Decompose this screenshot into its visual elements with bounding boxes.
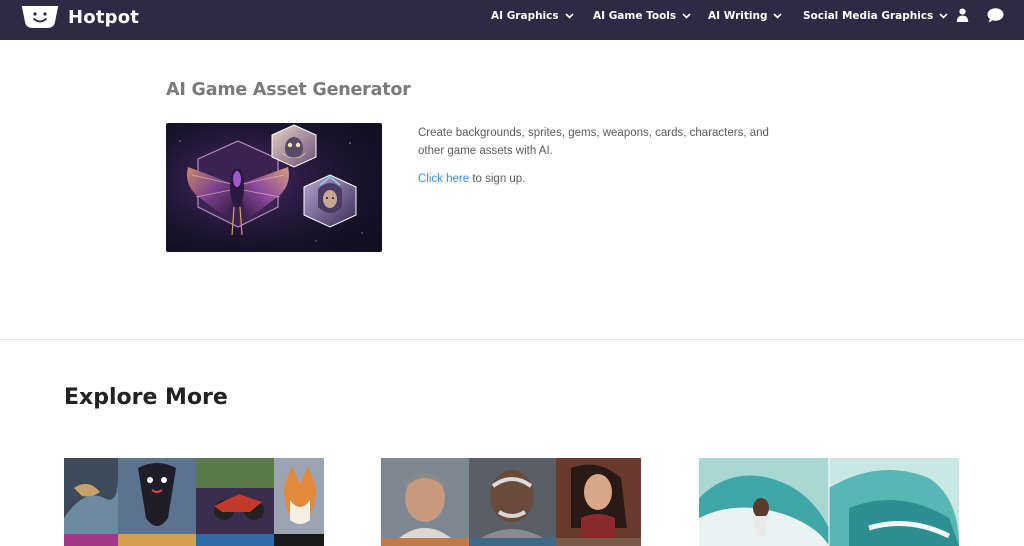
nav-label: AI Game Tools bbox=[593, 10, 677, 22]
chevron-down-icon bbox=[939, 13, 948, 19]
nav-ai-graphics[interactable]: AI Graphics bbox=[491, 9, 574, 23]
surfing-collage-image bbox=[699, 458, 959, 546]
explore-card-surfing[interactable] bbox=[699, 458, 959, 546]
top-navbar: Hotpot AI Graphics AI Game Tools AI Writ… bbox=[0, 0, 1024, 40]
user-icon[interactable] bbox=[956, 8, 969, 22]
explore-card-game-art[interactable] bbox=[64, 458, 324, 546]
explore-card-portraits[interactable] bbox=[381, 458, 641, 546]
hero-game-asset-image bbox=[166, 123, 382, 252]
portraits-collage-image bbox=[381, 458, 641, 546]
signup-link[interactable]: Click here bbox=[418, 173, 469, 185]
section-divider bbox=[0, 339, 1024, 340]
nav-label: AI Graphics bbox=[491, 10, 559, 22]
nav-label: AI Writing bbox=[708, 10, 768, 22]
explore-more-heading: Explore More bbox=[64, 385, 228, 410]
hero-description: Create backgrounds, sprites, gems, weapo… bbox=[418, 127, 769, 157]
nav-ai-writing[interactable]: AI Writing bbox=[708, 9, 783, 23]
nav-label: Social Media Graphics bbox=[803, 10, 934, 22]
chevron-down-icon bbox=[682, 13, 691, 19]
nav-social-media-graphics[interactable]: Social Media Graphics bbox=[803, 9, 948, 23]
chevron-down-icon bbox=[773, 13, 783, 19]
brand-name: Hotpot bbox=[68, 6, 140, 28]
brand-logo[interactable]: Hotpot bbox=[21, 3, 141, 31]
game-art-collage-image bbox=[64, 458, 324, 546]
page-title: AI Game Asset Generator bbox=[166, 80, 411, 100]
hero-artwork bbox=[166, 123, 382, 252]
signup-text: Click here to sign up. bbox=[418, 171, 525, 188]
chat-bubble-icon[interactable] bbox=[987, 8, 1004, 23]
smiling-pot-logo-icon bbox=[21, 6, 59, 28]
chevron-down-icon bbox=[565, 13, 574, 19]
signup-suffix: to sign up. bbox=[469, 173, 526, 185]
nav-ai-game-tools[interactable]: AI Game Tools bbox=[593, 9, 691, 23]
